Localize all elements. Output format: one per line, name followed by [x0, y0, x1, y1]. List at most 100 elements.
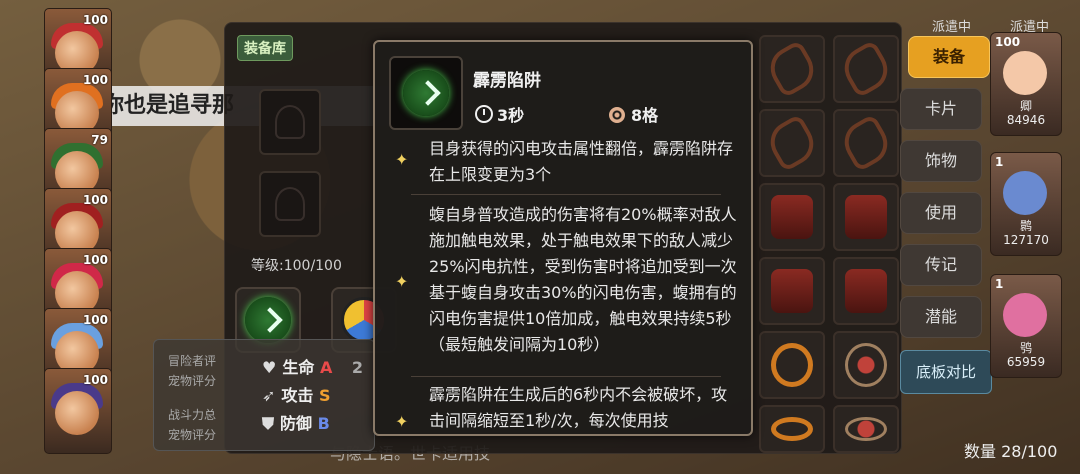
inventory-item[interactable]	[833, 109, 899, 177]
equipment-library-tab[interactable]: 装备库	[237, 35, 293, 61]
accessory-slot[interactable]	[259, 171, 321, 237]
inventory-item[interactable]	[759, 331, 825, 399]
lightning-trap-icon	[403, 70, 449, 116]
card-menu-button[interactable]: 卡片	[900, 88, 982, 130]
hero-portrait	[1003, 51, 1047, 95]
skill-effect-text: 蝮自身普攻造成的伤害将有20%概率对敌人施加触电效果，处于触电效果下的敌人减少2…	[429, 205, 737, 354]
inventory-item[interactable]	[759, 183, 825, 251]
potential-menu-button[interactable]: 潜能	[900, 296, 982, 338]
hero-portrait	[1003, 171, 1047, 215]
cooldown-value: 3秒	[497, 106, 525, 125]
inventory-item[interactable]	[833, 35, 899, 103]
stat-hp: ♥ 生命 A 2	[262, 354, 363, 378]
inventory-item[interactable]	[833, 183, 899, 251]
inventory-item[interactable]	[833, 331, 899, 399]
roster-hero-card[interactable]: 1 鸮 65959	[990, 274, 1062, 378]
skill-tooltip: 霹雳陷阱 3秒 8格 ✦ 目身获得的闪电攻击属性翻倍，霹雳陷阱存在上限变更为3个…	[373, 40, 753, 436]
bow-icon	[836, 39, 896, 99]
bow-icon	[836, 113, 896, 173]
roster-number: 1	[995, 277, 1004, 291]
equip-menu-button[interactable]: 装备	[908, 36, 990, 78]
roster-number: 100	[995, 35, 1021, 49]
bear-silhouette-icon	[275, 187, 305, 221]
skill-name: 霹雳陷阱	[473, 71, 541, 91]
armor-icon	[771, 269, 813, 313]
skill-range: 8格	[609, 102, 658, 126]
skill-effect: ✦ 霹雳陷阱在生成后的6秒内不会被破坏，攻击间隔缩短至1秒/次，每次使用技	[381, 382, 737, 434]
target-icon	[609, 107, 625, 123]
lightning-trap-icon	[245, 297, 291, 343]
range-value: 8格	[631, 106, 659, 125]
roster-hero-card[interactable]: 1 鹮 127170	[990, 152, 1062, 256]
stat-caption: 战斗力总	[168, 408, 217, 422]
sword-icon: ➶	[262, 386, 276, 405]
roster-hero-card[interactable]: 100 卿 84946	[990, 32, 1062, 136]
weapon-slot[interactable]	[259, 89, 321, 155]
hero-level: 100	[82, 373, 108, 387]
stat-grade: A	[319, 358, 333, 377]
hero-level: 100	[82, 13, 108, 27]
shield-icon: ⛊	[262, 414, 275, 433]
stat-label: 攻击	[281, 386, 314, 405]
bow-icon	[762, 113, 822, 173]
skill-icon-frame	[389, 56, 463, 130]
roster-power: 127170	[1003, 233, 1049, 247]
stat-label: 生命	[282, 358, 315, 377]
stat-caption: 宠物评分	[168, 428, 217, 442]
stat-label: 防御	[280, 414, 313, 433]
use-menu-button[interactable]: 使用	[900, 192, 982, 234]
accessory-menu-button[interactable]: 饰物	[900, 140, 982, 182]
hero-level: 100	[82, 73, 108, 87]
divider	[411, 194, 721, 195]
armor-icon	[771, 195, 813, 239]
ring-icon	[771, 417, 813, 441]
inventory-item[interactable]	[759, 109, 825, 177]
hero-level: 100	[82, 193, 108, 207]
bow-icon	[762, 39, 822, 99]
level-label: 等级:100/100	[251, 258, 342, 274]
inventory-item[interactable]	[759, 405, 825, 453]
hero-level: 100	[82, 253, 108, 267]
skill-effect-text: 目身获得的闪电攻击属性翻倍，霹雳陷阱存在上限变更为3个	[429, 139, 734, 184]
stat-grade: B	[317, 414, 330, 433]
stat-defense: ⛊ 防御 B	[262, 410, 330, 434]
skill-effect: ✦ 目身获得的闪电攻击属性翻倍，霹雳陷阱存在上限变更为3个	[381, 139, 737, 188]
sparkle-icon: ✦	[395, 412, 409, 431]
roster-name: 鹮	[1019, 219, 1032, 233]
armor-icon	[845, 195, 887, 239]
bow-silhouette-icon	[275, 105, 305, 139]
roster-power: 84946	[1006, 113, 1046, 127]
clock-icon	[475, 105, 493, 123]
stat-attack: ➶ 攻击 S	[262, 382, 331, 406]
stat-value: 2	[351, 358, 364, 377]
hero-portrait	[55, 391, 99, 435]
skill-cooldown: 3秒	[475, 102, 524, 126]
ring-icon	[771, 343, 813, 387]
inventory-item[interactable]	[759, 257, 825, 325]
divider	[411, 376, 721, 377]
roster-power: 65959	[1006, 355, 1046, 369]
armor-icon	[845, 269, 887, 313]
inventory-item[interactable]	[759, 35, 825, 103]
heart-icon: ♥	[262, 358, 277, 377]
hero-card[interactable]: 100	[44, 368, 112, 454]
roster-number: 1	[995, 155, 1004, 169]
amulet-icon	[845, 417, 887, 441]
amulet-icon	[845, 343, 887, 387]
compare-button[interactable]: 底板对比	[900, 350, 992, 394]
dispatch-label: 派遣中	[932, 20, 972, 35]
inventory-item[interactable]	[833, 405, 899, 453]
sparkle-icon: ✦	[395, 272, 409, 291]
stats-box: 冒险者评 宠物评分 战斗力总 宠物评分 ♥ 生命 A 2 ➶ 攻击 S ⛊ 防御 B	[153, 339, 375, 451]
hero-level: 100	[82, 313, 108, 327]
inventory-count: 数量 28/100	[964, 442, 1058, 461]
skill-description: ✦ 目身获得的闪电攻击属性翻倍，霹雳陷阱存在上限变更为3个 ✦ 蝮自身普攻造成的…	[381, 139, 737, 434]
inventory-item[interactable]	[833, 257, 899, 325]
biography-menu-button[interactable]: 传记	[900, 244, 982, 286]
stat-grade: S	[319, 386, 331, 405]
hero-portrait	[1003, 293, 1047, 337]
hero-level: 79	[91, 133, 108, 147]
stat-caption: 冒险者评	[168, 354, 217, 368]
sparkle-icon: ✦	[395, 150, 409, 169]
roster-name: 鸮	[1019, 341, 1032, 355]
